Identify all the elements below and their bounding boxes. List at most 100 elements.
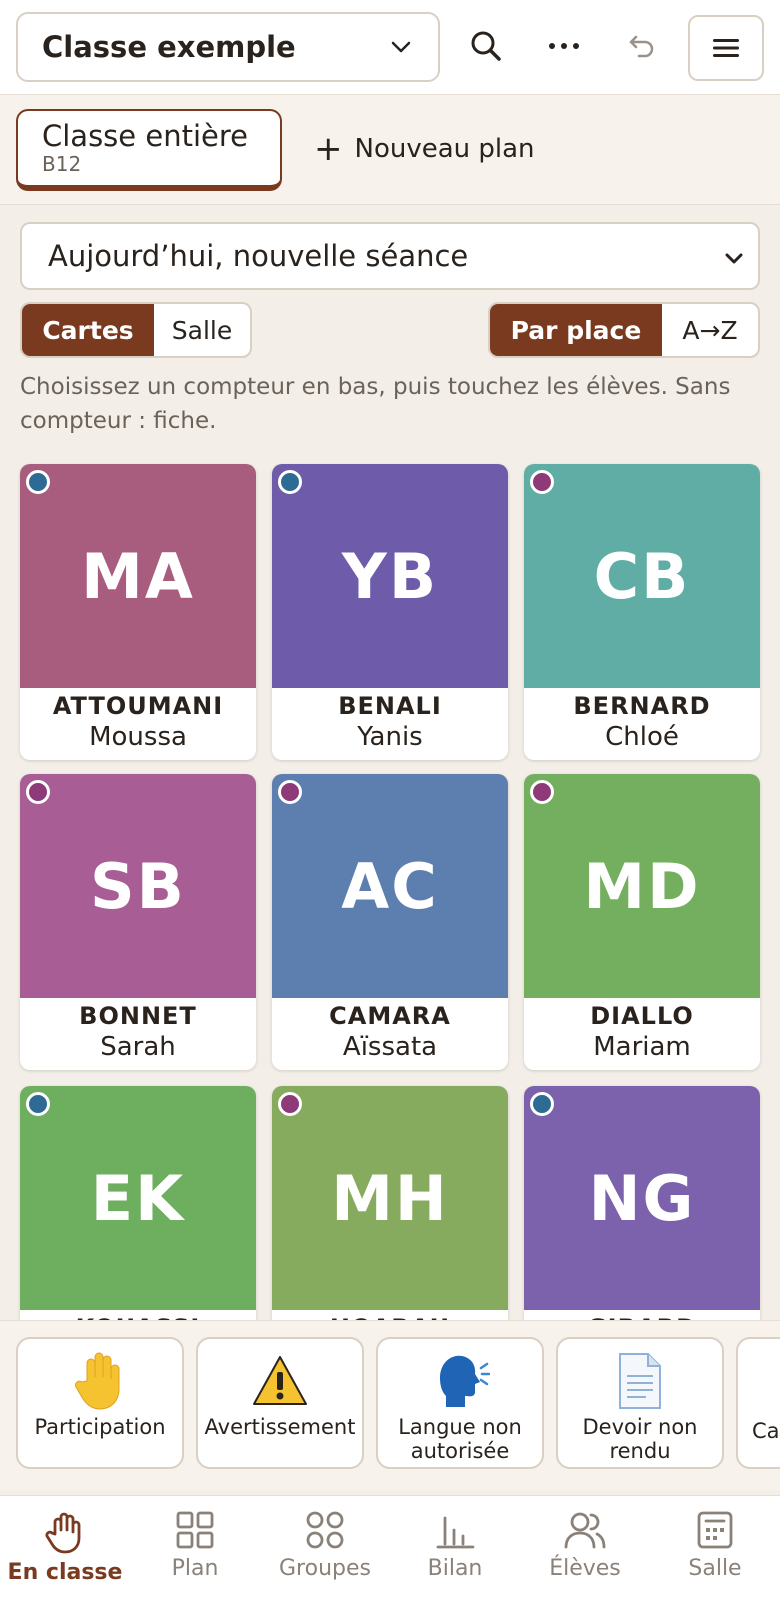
student-last-name: ATTOUMANI — [52, 692, 224, 720]
more-options-button[interactable] — [540, 22, 588, 70]
student-status-dot — [278, 780, 302, 804]
student-initials: EK — [90, 1161, 186, 1235]
counter-label: Devoir non rendu — [582, 1415, 698, 1463]
student-card[interactable]: MA ATTOUMANI Moussa — [20, 464, 256, 760]
hand-icon — [45, 1512, 81, 1554]
plus-icon: + — [314, 129, 343, 169]
student-first-name: Sarah — [100, 1032, 176, 1062]
student-avatar: EK — [20, 1086, 256, 1310]
top-header: Classe exemple — [0, 0, 780, 95]
nav-label: En classe — [7, 1560, 123, 1585]
counter-label: Participation — [34, 1415, 166, 1439]
plan-tab-active[interactable]: Classe entière B12 — [16, 109, 282, 191]
users-icon — [564, 1512, 606, 1549]
nav-label: Élèves — [549, 1556, 621, 1581]
student-first-name: Chloé — [605, 722, 679, 752]
search-button[interactable] — [462, 22, 510, 70]
session-selected: Aujourd’hui, nouvelle séance — [48, 239, 469, 273]
student-card[interactable]: EKKOUASSI — [20, 1086, 256, 1320]
student-avatar: NG — [524, 1086, 760, 1310]
student-last-name: CAMARA — [329, 1002, 451, 1030]
student-card[interactable]: CB BERNARD Chloé — [524, 464, 760, 760]
room-icon — [697, 1511, 733, 1549]
student-status-dot — [278, 470, 302, 494]
student-card[interactable]: SB BONNET Sarah — [20, 774, 256, 1070]
student-first-name: Aïssata — [342, 1032, 438, 1062]
nav-item-plan[interactable]: Plan — [130, 1496, 260, 1600]
counter-warning[interactable]: Avertissement — [196, 1337, 364, 1469]
student-initials: AC — [341, 849, 439, 923]
counter-bar: Participation Avertissement Langue non a… — [0, 1320, 780, 1490]
counter-label: Langue non autorisée — [398, 1415, 522, 1463]
view-toggle: Cartes Salle — [20, 302, 252, 358]
student-avatar: MA — [20, 464, 256, 688]
document-icon — [616, 1349, 664, 1413]
chevron-down-icon — [725, 253, 743, 264]
student-last-name: BENALI — [338, 692, 442, 720]
student-card[interactable]: NGGIRARD — [524, 1086, 760, 1320]
view-option-cards[interactable]: Cartes — [22, 304, 154, 356]
student-avatar: SB — [20, 774, 256, 998]
class-selector[interactable]: Classe exemple — [16, 12, 440, 82]
student-initials: SB — [90, 849, 186, 923]
nav-item-groups[interactable]: Groupes — [260, 1496, 390, 1600]
student-last-name: BONNET — [79, 1002, 197, 1030]
student-status-dot — [26, 470, 50, 494]
sort-option-alpha[interactable]: A→Z — [662, 304, 758, 356]
student-status-dot — [26, 780, 50, 804]
student-grid: MA ATTOUMANI Moussa YB BENALI Yanis CB BERNARD C… — [0, 462, 780, 1320]
student-initials: CB — [593, 539, 691, 613]
grid-icon — [176, 1511, 214, 1549]
nav-item-room[interactable]: Salle — [650, 1496, 780, 1600]
student-last-name: DIALLO — [590, 1002, 694, 1030]
counter-partial[interactable]: Cal — [736, 1337, 780, 1469]
sort-toggle: Par place A→Z — [488, 302, 760, 358]
view-option-room[interactable]: Salle — [154, 304, 250, 356]
instruction-hint: Choisissez un compteur en bas, puis touc… — [20, 374, 731, 434]
student-avatar: AC — [272, 774, 508, 998]
student-initials: MA — [81, 539, 195, 613]
chevron-down-icon — [391, 41, 411, 53]
new-plan-label: Nouveau plan — [354, 134, 535, 164]
student-card[interactable]: MHHOARAU — [272, 1086, 508, 1320]
counter-forbidden-language[interactable]: Langue non autorisée — [376, 1337, 544, 1469]
bottom-nav: En classe Plan Groupes Bilan Élèves Sall… — [0, 1495, 780, 1600]
student-card[interactable]: YB BENALI Yanis — [272, 464, 508, 760]
menu-button[interactable] — [688, 15, 764, 81]
student-status-dot — [530, 780, 554, 804]
student-first-name: Moussa — [89, 722, 187, 752]
warning-icon — [251, 1349, 309, 1413]
plan-name: Classe entière — [42, 119, 248, 153]
speaking-head-icon — [430, 1349, 490, 1413]
student-card[interactable]: MD DIALLO Mariam — [524, 774, 760, 1070]
student-first-name: Mariam — [593, 1032, 691, 1062]
student-initials: YB — [341, 539, 439, 613]
counter-label: Cal — [752, 1419, 780, 1443]
new-plan-button[interactable]: + Nouveau plan — [314, 125, 535, 173]
counter-homework-missing[interactable]: Devoir non rendu — [556, 1337, 724, 1469]
hamburger-menu-icon — [713, 39, 739, 57]
student-avatar: YB — [272, 464, 508, 688]
student-initials: MD — [583, 849, 701, 923]
more-horizontal-icon — [549, 43, 579, 49]
nav-item-in-class[interactable]: En classe — [0, 1496, 130, 1600]
counter-participation[interactable]: Participation — [16, 1337, 184, 1469]
student-status-dot — [278, 1092, 302, 1116]
undo-button[interactable] — [618, 22, 666, 70]
search-icon — [471, 31, 501, 61]
student-card[interactable]: AC CAMARA Aïssata — [272, 774, 508, 1070]
nav-label: Bilan — [427, 1556, 483, 1581]
nav-item-students[interactable]: Élèves — [520, 1496, 650, 1600]
student-avatar: MH — [272, 1086, 508, 1310]
student-status-dot — [530, 470, 554, 494]
nav-item-report[interactable]: Bilan — [390, 1496, 520, 1600]
student-avatar: CB — [524, 464, 760, 688]
student-initials: NG — [588, 1161, 696, 1235]
student-status-dot — [530, 1092, 554, 1116]
student-status-dot — [26, 1092, 50, 1116]
raised-hand-icon — [75, 1349, 125, 1413]
nav-label: Plan — [171, 1556, 219, 1581]
sort-option-by-seat[interactable]: Par place — [490, 304, 662, 356]
student-avatar: MD — [524, 774, 760, 998]
session-select[interactable]: Aujourd’hui, nouvelle séance — [20, 222, 760, 290]
